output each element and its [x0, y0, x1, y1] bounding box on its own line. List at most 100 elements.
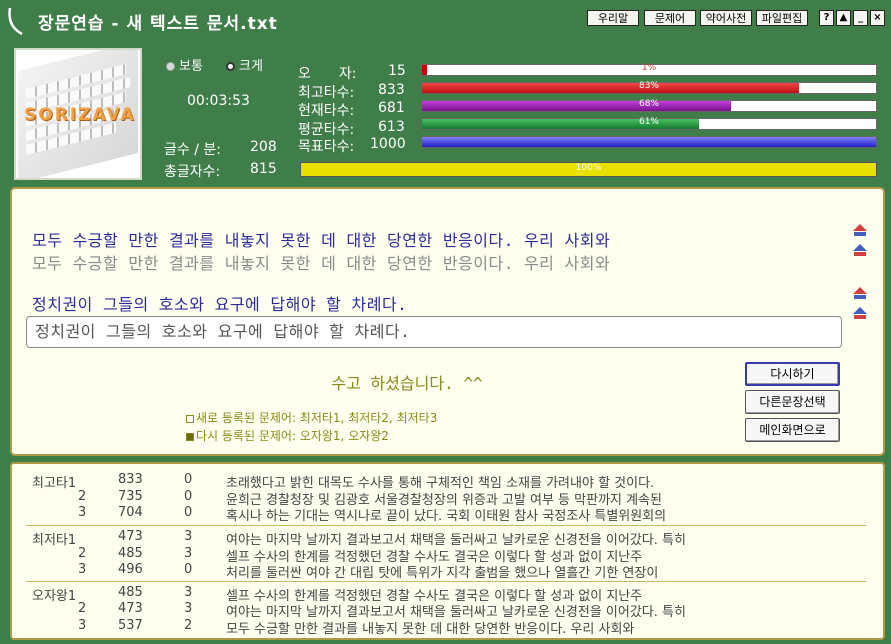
current-speed-value: 681: [378, 100, 405, 116]
record-rank: 3: [78, 562, 87, 577]
empty-square-icon: [186, 414, 194, 423]
chars-per-min-value: 208: [250, 139, 277, 155]
divider: [26, 525, 866, 526]
record-errors: 0: [184, 472, 193, 487]
typing-input[interactable]: 정치권이 그들의 호소와 요구에 답해야 할 차례다.: [26, 316, 842, 348]
new-problem-words: 새로 등록된 문제어: 최저타1, 최저타2, 최저타3: [186, 409, 437, 426]
avg-speed-bar-text: 61%: [638, 117, 659, 127]
record-errors: 2: [184, 618, 193, 633]
record-row[interactable]: 2 485 3 셀프 수사의 한계를 걱정했던 경찰 수사도 결국은 이렇다 할 성과…: [12, 546, 883, 565]
help-button[interactable]: ?: [819, 10, 834, 26]
record-text: 모두 수긍할 만한 결과를 내놓지 못한 데 대한 당연한 반응이다. 우리 사…: [226, 622, 635, 637]
record-rank: 2: [78, 546, 87, 561]
typo-bar-text: 1%: [641, 63, 657, 73]
record-text: 처리를 둘러싼 여야 간 대립 탓에 특위가 지각 출범을 했으나 열흘간 기한…: [226, 566, 659, 581]
record-errors: 3: [184, 601, 193, 616]
record-row[interactable]: 3 704 0 혹시나 하는 기대는 역시나로 끝이 났다. 국회 이태원 참사 국정…: [12, 505, 883, 524]
current-speed-bar-text: 68%: [638, 99, 659, 109]
record-row[interactable]: 2 473 3 여야는 마지막 날까지 결과보고서 채택을 둘러싸고 날카로운 신경전…: [12, 601, 883, 620]
record-rank: 2: [78, 489, 87, 504]
total-progress-bar: 100%: [300, 162, 877, 177]
record-row[interactable]: 최고타1 833 0 초래했다고 밝힌 대목도 수사를 통해 구체적인 책임 소재를 …: [12, 472, 883, 491]
record-row[interactable]: 오자왕1 485 3 셀프 수사의 한계를 걱정했던 경찰 수사도 결국은 이렇다 할…: [12, 585, 883, 604]
elapsed-time: 00:03:53: [187, 93, 250, 109]
record-rank: 3: [78, 505, 87, 520]
logo-text: SORIZAVA: [24, 105, 136, 125]
records-panel: 최고타1 833 0 초래했다고 밝힌 대목도 수사를 통해 구체적인 책임 소재를 …: [10, 462, 885, 640]
avg-speed-bar: 61%: [421, 117, 877, 130]
scroll-up-icon[interactable]: [852, 223, 868, 237]
record-speed: 485: [118, 546, 143, 561]
record-row[interactable]: 2 735 0 윤희근 경찰청장 및 김광호 서울경찰청장의 위증과 고발 여부 등 …: [12, 489, 883, 508]
record-speed: 496: [118, 562, 143, 577]
record-errors: 0: [184, 489, 193, 504]
max-speed-bar-text: 83%: [638, 81, 659, 91]
size-normal-radio[interactable]: 보통: [166, 55, 203, 74]
record-errors: 0: [184, 505, 193, 520]
target-line-2: 정치권이 그들의 호소와 요구에 답해야 할 차례다.: [32, 295, 408, 314]
again-problem-words-text: 다시 등록된 문제어: 오자왕1, 오자왕2: [196, 429, 389, 443]
max-speed-bar: 83%: [421, 81, 877, 94]
abbreviation-dictionary-button[interactable]: 약어사전: [700, 10, 752, 26]
record-rank: 2: [78, 601, 87, 616]
record-errors: 3: [184, 546, 193, 561]
record-speed: 485: [118, 585, 143, 600]
filled-square-icon: [186, 432, 194, 441]
record-speed: 735: [118, 489, 143, 504]
record-row[interactable]: 3 537 2 모두 수긍할 만한 결과를 내놓지 못한 데 대한 당연한 반응이다.…: [12, 618, 883, 637]
size-large-radio[interactable]: 크게: [226, 55, 263, 74]
total-progress-text: 100%: [575, 163, 602, 173]
file-edit-button[interactable]: 파일편집: [756, 10, 808, 26]
avg-speed-value: 613: [378, 119, 405, 135]
goal-speed-value: 1000: [370, 136, 406, 152]
urimal-button[interactable]: 우리말: [587, 10, 639, 26]
record-speed: 473: [118, 601, 143, 616]
record-rank: 3: [78, 618, 87, 633]
main-window: 장문연습 - 새 텍스트 문서.txt 우리말 문제어 약어사전 파일편집 ? …: [0, 0, 891, 644]
record-row[interactable]: 3 496 0 처리를 둘러싼 여야 간 대립 탓에 특위가 지각 출범을 했으나 열…: [12, 562, 883, 581]
problem-words-button[interactable]: 문제어: [644, 10, 696, 26]
goal-speed-bar-fill: [422, 137, 876, 147]
target-line-1: 모두 수긍할 만한 결과를 내놓지 못한 데 대한 당연한 반응이다. 우리 사…: [32, 231, 611, 250]
typed-line-1: 모두 수긍할 만한 결과를 내놓지 못한 데 대한 당연한 반응이다. 우리 사…: [32, 254, 611, 273]
chars-per-min-label: 글수 / 분:: [164, 142, 221, 158]
keyboard-logo-image: SORIZAVA: [14, 48, 142, 180]
line-up-icon[interactable]: [852, 286, 868, 300]
size-normal-label: 보통: [179, 59, 203, 74]
divider: [26, 581, 866, 582]
main-screen-button[interactable]: 메인화면으로: [745, 418, 840, 442]
current-speed-bar: 68%: [421, 99, 877, 112]
record-speed: 537: [118, 618, 143, 633]
typo-label: 오 자:: [298, 66, 357, 82]
line-up-alt-icon[interactable]: [852, 306, 868, 320]
close-button[interactable]: ×: [870, 10, 885, 26]
choose-other-sentence-button[interactable]: 다른문장선택: [745, 390, 840, 414]
radio-on-icon: [226, 62, 235, 71]
max-speed-label: 최고타수:: [298, 85, 355, 101]
radio-off-icon: [166, 62, 175, 71]
app-logo-icon: [8, 7, 23, 36]
max-speed-value: 833: [378, 82, 405, 98]
practice-panel: 모두 수긍할 만한 결과를 내놓지 못한 데 대한 당연한 반응이다. 우리 사…: [10, 187, 885, 456]
record-errors: 3: [184, 529, 193, 544]
typo-value: 15: [388, 63, 406, 79]
again-problem-words: 다시 등록된 문제어: 오자왕1, 오자왕2: [186, 427, 389, 444]
new-problem-words-text: 새로 등록된 문제어: 최저타1, 최저타2, 최저타3: [196, 411, 438, 425]
record-row[interactable]: 최저타1 473 3 여야는 마지막 날까지 결과보고서 채택을 둘러싸고 날카로운 …: [12, 529, 883, 548]
typo-bar: 1%: [421, 63, 877, 76]
title-bar: 장문연습 - 새 텍스트 문서.txt 우리말 문제어 약어사전 파일편집 ? …: [0, 0, 891, 40]
total-chars-label: 총글자수:: [164, 164, 221, 180]
minimize-button[interactable]: _: [853, 10, 868, 26]
retry-button[interactable]: 다시하기: [745, 362, 840, 386]
current-speed-label: 현재타수:: [298, 103, 355, 119]
record-speed: 833: [118, 472, 143, 487]
scroll-up-alt-icon[interactable]: [852, 243, 868, 257]
record-speed: 704: [118, 505, 143, 520]
goal-speed-label: 목표타수:: [298, 139, 355, 155]
goal-speed-bar: [421, 136, 877, 148]
always-on-top-button[interactable]: ▲: [836, 10, 851, 26]
record-errors: 0: [184, 562, 193, 577]
completion-message: 수고 하셨습니다. ^^: [331, 374, 483, 393]
record-text: 혹시나 하는 기대는 역시나로 끝이 났다. 국회 이태원 참사 국정조사 특별…: [226, 509, 667, 524]
total-chars-value: 815: [250, 161, 277, 177]
